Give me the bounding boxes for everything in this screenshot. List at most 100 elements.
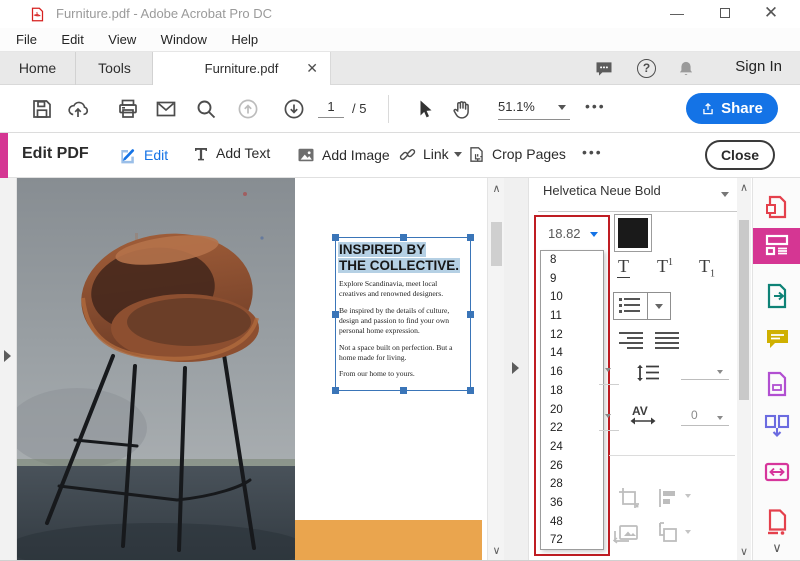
redact-tool-button[interactable]	[753, 504, 800, 540]
font-size-option[interactable]: 10	[541, 288, 603, 307]
font-size-option[interactable]: 28	[541, 475, 603, 494]
line-spacing-dropdown[interactable]	[717, 370, 723, 374]
align-right-button[interactable]	[619, 332, 643, 350]
tab-document[interactable]: Furniture.pdf ✕	[153, 52, 331, 86]
resize-handle-s[interactable]	[400, 387, 407, 394]
add-text-button[interactable]: Add Text	[192, 145, 270, 163]
title-bar: Furniture.pdf - Adobe Acrobat Pro DC — ✕	[0, 0, 800, 28]
subscript-button[interactable]: T1	[699, 256, 715, 280]
font-size-option[interactable]: 11	[541, 307, 603, 326]
email-icon[interactable]	[154, 97, 178, 121]
tools-sidebar: ∨	[752, 178, 800, 560]
font-size-option[interactable]: 72	[541, 531, 603, 550]
page-number-input[interactable]: 1	[318, 99, 344, 118]
paragraph-4: From our home to yours.	[339, 369, 415, 379]
share-label: Share	[721, 100, 763, 117]
edit-button[interactable]: Edit	[118, 145, 168, 165]
format-panel-scrollbar[interactable]: ∧ ∨	[737, 178, 751, 560]
maximize-button[interactable]	[702, 0, 748, 28]
close-window-button[interactable]: ✕	[748, 0, 794, 28]
scroll-down-icon[interactable]: ∨	[737, 545, 751, 558]
scroll-down-icon[interactable]: ∨	[488, 544, 505, 557]
more-tools-chevron-icon[interactable]: ∨	[753, 540, 800, 556]
font-size-combobox[interactable]: 18.82	[536, 223, 606, 245]
add-image-button[interactable]: Add Image	[296, 145, 390, 165]
close-edit-mode-button[interactable]: Close	[705, 140, 775, 170]
resize-handle-ne[interactable]	[467, 234, 474, 241]
minimize-button[interactable]: —	[654, 0, 700, 28]
notifications-bell-icon[interactable]	[676, 59, 696, 79]
selected-text-box[interactable]: INSPIRED BY THE COLLECTIVE. Explore Scan…	[332, 234, 474, 394]
font-size-option[interactable]: 12	[541, 326, 603, 345]
create-pdf-tool-button[interactable]	[753, 190, 800, 226]
font-size-option[interactable]: 8	[541, 251, 603, 270]
menu-view[interactable]: View	[98, 28, 146, 47]
save-icon[interactable]	[30, 97, 54, 121]
resize-handle-sw[interactable]	[332, 387, 339, 394]
select-tool-icon[interactable]	[412, 97, 436, 121]
share-button[interactable]: Share	[686, 93, 778, 124]
document-scrollbar[interactable]: ∧ ∨	[487, 178, 505, 560]
hand-tool-icon[interactable]	[450, 97, 474, 121]
resize-handle-w[interactable]	[332, 311, 339, 318]
format-panel-scrollbar-thumb[interactable]	[739, 220, 749, 400]
fill-sign-tool-button[interactable]	[753, 456, 800, 492]
font-size-option[interactable]: 20	[541, 401, 603, 420]
font-size-option[interactable]: 26	[541, 457, 603, 476]
font-color-swatch[interactable]	[614, 214, 652, 252]
collapse-format-panel-icon[interactable]	[512, 362, 519, 374]
help-icon[interactable]: ?	[637, 59, 656, 78]
zoom-level-dropdown[interactable]: 51.1%	[498, 99, 570, 120]
resize-handle-se[interactable]	[467, 387, 474, 394]
comments-icon[interactable]	[594, 59, 614, 79]
font-size-option[interactable]: 16	[541, 363, 603, 382]
chevron-down-icon[interactable]	[605, 414, 611, 418]
editbar-more-button[interactable]: •••	[582, 144, 603, 160]
tab-tools[interactable]: Tools	[77, 52, 153, 85]
menu-edit[interactable]: Edit	[51, 28, 93, 47]
line-spacing-icon[interactable]	[635, 362, 661, 384]
next-page-icon[interactable]	[282, 97, 306, 121]
expand-left-panel-icon[interactable]	[4, 350, 11, 362]
font-size-option[interactable]: 9	[541, 270, 603, 289]
edit-pdf-tool-button[interactable]	[753, 228, 800, 264]
font-size-option[interactable]: 18	[541, 382, 603, 401]
tab-home[interactable]: Home	[0, 52, 76, 85]
toolbar-more-button[interactable]: •••	[585, 98, 606, 114]
link-dropdown-button[interactable]: Link	[398, 145, 462, 164]
document-scrollbar-thumb[interactable]	[491, 222, 502, 266]
font-family-dropdown[interactable]: Helvetica Neue Bold	[543, 183, 745, 208]
tab-close-icon[interactable]: ✕	[306, 52, 318, 85]
export-pdf-tool-button[interactable]	[753, 278, 800, 314]
menu-help[interactable]: Help	[221, 28, 268, 47]
print-icon[interactable]	[116, 97, 140, 121]
menu-file[interactable]: File	[6, 28, 47, 47]
numbered-list-dropdown[interactable]	[648, 293, 670, 319]
font-size-option[interactable]: 48	[541, 513, 603, 532]
scroll-up-icon[interactable]: ∧	[488, 182, 505, 195]
resize-handle-e[interactable]	[467, 311, 474, 318]
organize-pages-tool-button[interactable]	[753, 366, 800, 402]
resize-handle-nw[interactable]	[332, 234, 339, 241]
numbered-list-button[interactable]	[614, 293, 648, 319]
font-size-option[interactable]: 14	[541, 344, 603, 363]
combine-files-tool-button[interactable]	[753, 408, 800, 444]
resize-handle-n[interactable]	[400, 234, 407, 241]
crop-pages-button[interactable]: Crop Pages	[467, 145, 566, 164]
upload-cloud-icon[interactable]	[66, 97, 90, 121]
kerning-dropdown[interactable]	[717, 416, 723, 420]
chevron-down-icon[interactable]	[605, 368, 611, 372]
comment-tool-button[interactable]	[753, 322, 800, 358]
underline-button[interactable]: T	[617, 256, 630, 278]
search-icon[interactable]	[194, 97, 218, 121]
page-heading: INSPIRED BY THE COLLECTIVE.	[336, 238, 470, 274]
menu-window[interactable]: Window	[151, 28, 217, 47]
align-justify-button[interactable]	[655, 332, 679, 350]
font-size-option[interactable]: 24	[541, 438, 603, 457]
superscript-button[interactable]: T1	[657, 256, 673, 277]
font-size-option[interactable]: 22	[541, 419, 603, 438]
font-size-option[interactable]: 36	[541, 494, 603, 513]
organize-pages-icon	[767, 371, 787, 397]
scroll-up-icon[interactable]: ∧	[737, 181, 751, 194]
sign-in-button[interactable]: Sign In	[735, 58, 782, 75]
